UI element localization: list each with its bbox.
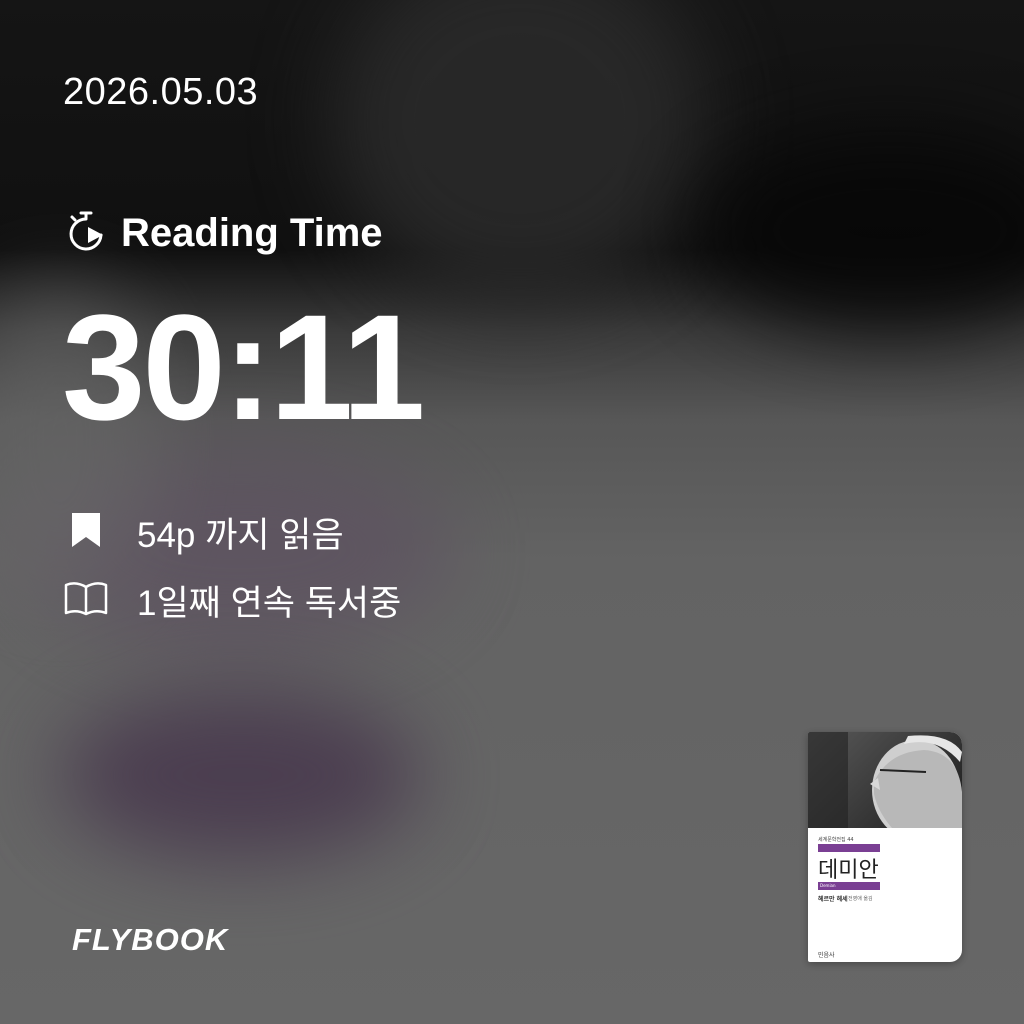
streak-row: 1일째 연속 독서중 bbox=[63, 576, 401, 625]
book-translator: 전영애 옮김 bbox=[848, 896, 873, 902]
reading-timer: 30:11 bbox=[62, 283, 425, 451]
author-portrait bbox=[808, 732, 962, 828]
progress-row: 54p 까지 읽음 bbox=[63, 508, 344, 557]
flybook-logo: FLYBOOK bbox=[72, 922, 229, 957]
stopwatch-play-icon bbox=[63, 208, 109, 259]
reading-time-header: Reading Time bbox=[63, 208, 383, 259]
series-label: 세계문학전집 44 bbox=[818, 837, 854, 843]
open-book-icon bbox=[63, 576, 109, 625]
session-date: 2026.05.03 bbox=[63, 71, 259, 113]
bookmark-icon bbox=[63, 508, 109, 557]
progress-text: 54p 까지 읽음 bbox=[137, 516, 344, 555]
book-subtitle: Demian bbox=[820, 883, 836, 888]
reading-time-label: Reading Time bbox=[121, 211, 383, 255]
book-author: 헤르만 헤세 bbox=[818, 896, 848, 903]
streak-text: 1일째 연속 독서중 bbox=[137, 584, 402, 623]
accent-bar-top bbox=[818, 844, 880, 852]
book-title: 데미안 bbox=[818, 858, 879, 883]
book-cover: 세계문학전집 44 데미안 Demian 헤르만 헤세 전영애 옮김 민음사 bbox=[808, 732, 962, 962]
book-publisher: 민음사 bbox=[818, 952, 835, 959]
